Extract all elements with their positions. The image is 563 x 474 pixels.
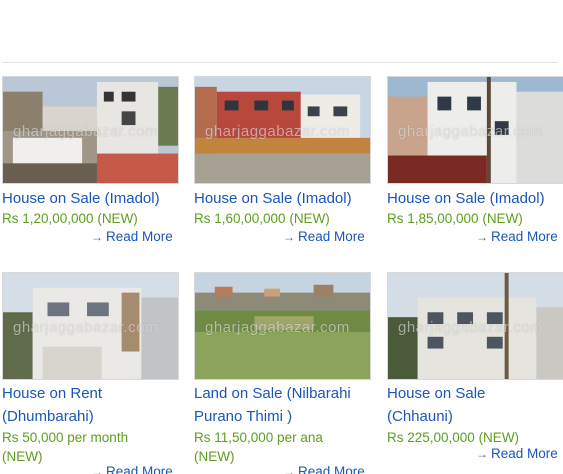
listing-title[interactable]: House on Sale (Imadol) <box>2 187 160 210</box>
listing-title[interactable]: Land on Sale (Nilbarahi Purano Thimi ) <box>194 382 371 428</box>
right-arrow-icon: → <box>283 230 295 244</box>
listing-photo[interactable]: gharjaggabazar.com <box>387 76 563 184</box>
read-more-link[interactable]: → Read More <box>476 446 558 461</box>
listing-photo[interactable]: gharjaggabazar.com <box>2 76 179 184</box>
watermark-text: gharjaggabazar.com <box>398 319 543 336</box>
read-more-link[interactable]: → Read More <box>91 229 173 244</box>
listing-title[interactable]: House on Sale (Chhauni) <box>387 382 507 428</box>
right-arrow-icon: → <box>91 465 103 474</box>
read-more-link[interactable]: → Read More <box>91 464 173 474</box>
right-arrow-icon: → <box>283 465 295 474</box>
listing-photo[interactable]: gharjaggabazar.com <box>2 272 179 380</box>
read-more-link[interactable]: → Read More <box>283 229 365 244</box>
listing-price: Rs 1,20,00,000 (NEW) <box>2 211 138 226</box>
right-arrow-icon: → <box>91 230 103 244</box>
watermark-text: gharjaggabazar.com <box>398 123 543 140</box>
listing-price: Rs 11,50,000 per ana (NEW) <box>194 430 323 464</box>
listing-title[interactable]: House on Sale (Imadol) <box>387 187 545 210</box>
read-more-link[interactable]: → Read More <box>283 464 365 474</box>
right-arrow-icon: → <box>476 230 488 244</box>
listing-photo[interactable]: gharjaggabazar.com <box>194 76 371 184</box>
listing-title[interactable]: House on Rent (Dhumbarahi) <box>2 382 172 428</box>
listing-title[interactable]: House on Sale (Imadol) <box>194 187 352 210</box>
watermark-text: gharjaggabazar.com <box>13 319 158 336</box>
read-more-link[interactable]: → Read More <box>476 229 558 244</box>
listing-price: Rs 1,85,00,000 (NEW) <box>387 211 523 226</box>
listing-price: Rs 1,60,00,000 (NEW) <box>194 211 330 226</box>
listing-price: Rs 50,000 per month (NEW) <box>2 430 129 464</box>
watermark-text: gharjaggabazar.com <box>205 123 350 140</box>
watermark-text: gharjaggabazar.com <box>205 319 350 336</box>
watermark-text: gharjaggabazar.com <box>13 123 158 140</box>
listing-photo[interactable]: gharjaggabazar.com <box>194 272 371 380</box>
listing-photo[interactable]: gharjaggabazar.com <box>387 272 563 380</box>
divider <box>2 62 558 63</box>
right-arrow-icon: → <box>476 447 488 461</box>
listing-price: Rs 225,00,000 (NEW) <box>387 430 520 445</box>
